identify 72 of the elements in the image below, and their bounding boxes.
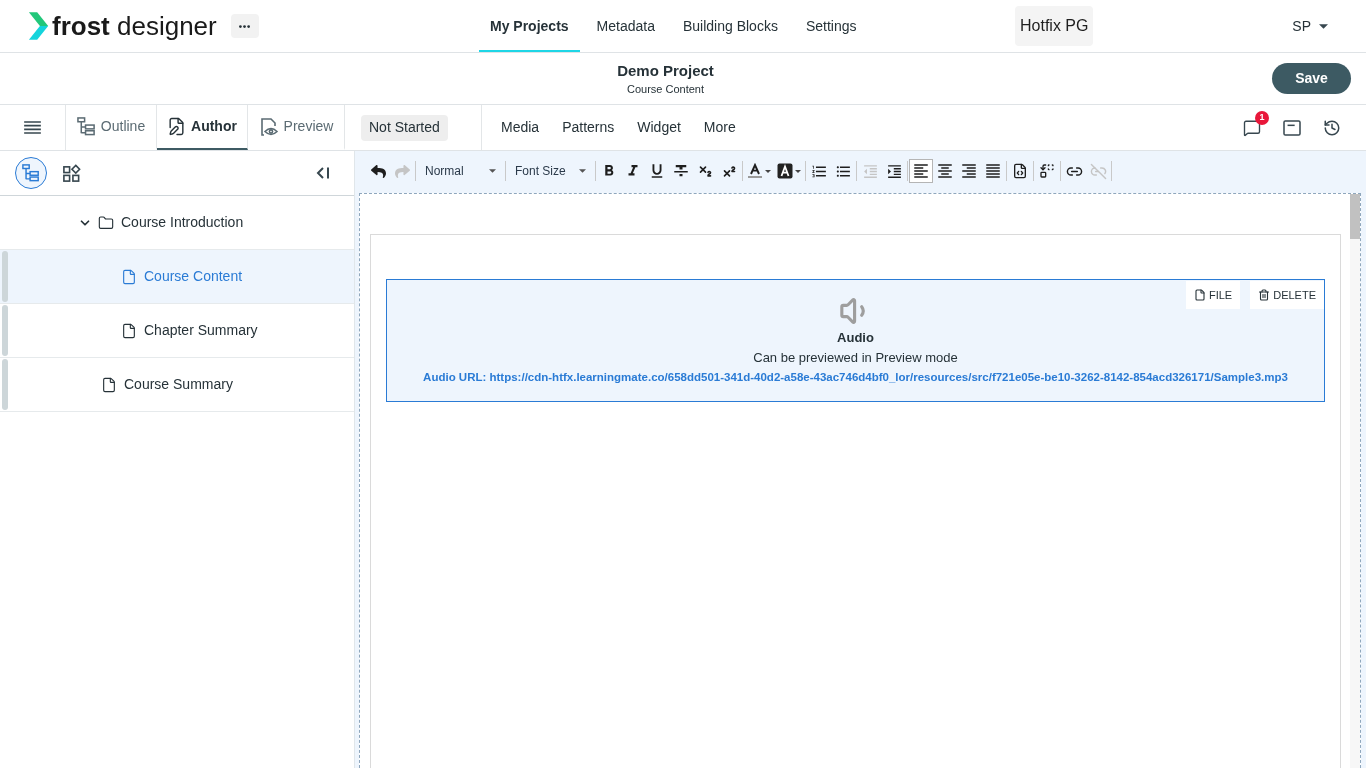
superscript-icon (721, 163, 737, 179)
caret-icon (1319, 23, 1328, 29)
user-menu[interactable]: SP (1292, 15, 1328, 37)
tree-item[interactable]: Course Content (0, 250, 354, 304)
blocks-icon (61, 163, 81, 183)
page-subtitle: Course Content (627, 81, 705, 97)
tree-item[interactable]: Chapter Summary (0, 304, 354, 358)
nav-tab[interactable]: My Projects (479, 0, 580, 52)
redo-icon (394, 163, 410, 179)
menu-item[interactable]: Widget (637, 117, 681, 138)
source-code-icon (1012, 163, 1028, 179)
align-justify-icon (984, 162, 1002, 180)
mode-tab[interactable]: Outline (66, 105, 157, 150)
delete-button[interactable]: DELETE (1250, 281, 1324, 309)
save-button[interactable]: Save (1272, 63, 1351, 94)
file-icon (101, 376, 117, 393)
text-color-icon (747, 163, 763, 179)
indent-icon (885, 162, 903, 180)
tree-item[interactable]: Course Summary (0, 358, 354, 412)
status-tag: Not Started (361, 114, 448, 141)
nav-tab[interactable]: Settings (794, 0, 868, 52)
row-edge-bar (2, 359, 8, 410)
comments-icon[interactable] (1243, 118, 1261, 137)
subscript-icon (697, 163, 713, 179)
preview-icon (258, 116, 279, 137)
menu-item[interactable]: Patterns (562, 117, 615, 138)
folder-icon (98, 214, 114, 231)
caret-icon (579, 169, 586, 173)
tree-icon (22, 164, 40, 182)
menu-icon[interactable] (24, 121, 41, 134)
workspace-switcher[interactable]: Hotfix PG (1015, 6, 1094, 46)
audio-title: Audio (837, 329, 874, 347)
outline-icon (76, 117, 96, 136)
nav-tab[interactable]: Building Blocks (671, 0, 789, 52)
row-edge-bar (2, 251, 8, 302)
history-icon[interactable] (1323, 118, 1341, 137)
more-icon (239, 24, 251, 28)
caret-icon (765, 169, 771, 173)
align-center-icon (936, 162, 954, 180)
more-button[interactable] (230, 14, 259, 38)
panel-icon[interactable] (1283, 119, 1301, 136)
menu-item[interactable]: Media (501, 117, 540, 138)
align-right-icon (960, 162, 978, 180)
paragraph-style-select[interactable]: Normal (417, 159, 504, 183)
undo-icon (370, 163, 386, 179)
file-button[interactable]: FILE (1185, 281, 1241, 309)
scrollbar-thumb[interactable] (1350, 194, 1360, 239)
logo-icon (28, 11, 50, 41)
mode-tab[interactable]: Preview (248, 105, 345, 150)
file-icon (121, 268, 137, 285)
align-left-button[interactable] (909, 159, 933, 183)
unlink-icon (1089, 162, 1107, 180)
align-left-icon (912, 162, 930, 180)
file-icon (1193, 289, 1206, 301)
highlight-color-icon (777, 163, 793, 179)
trash-icon (1258, 289, 1271, 301)
caret-icon (489, 169, 496, 173)
nav-tab[interactable]: Metadata (585, 0, 666, 52)
collapse-sidebar-icon[interactable] (316, 167, 330, 179)
notification-badge: 1 (1255, 110, 1269, 125)
author-icon (167, 117, 187, 136)
font-size-select[interactable]: Font Size (507, 159, 594, 183)
app-name: frost designer (52, 13, 217, 39)
caret-icon (795, 169, 801, 173)
preview-note: Can be previewed in Preview mode (753, 349, 958, 367)
replace-icon (1039, 163, 1055, 179)
menu-item[interactable]: More (703, 117, 736, 138)
tree-view-toggle[interactable] (15, 157, 47, 189)
file-icon (121, 322, 137, 339)
project-title: Demo Project (617, 60, 714, 81)
outdent-icon (861, 162, 879, 180)
row-edge-bar (2, 305, 8, 356)
